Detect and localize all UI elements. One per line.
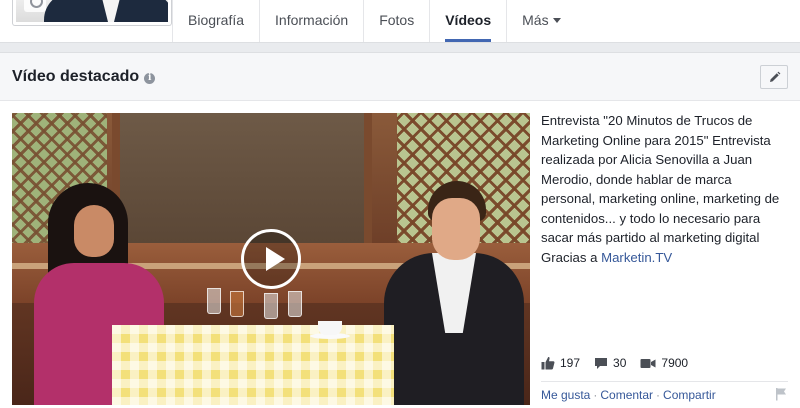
video-actions: Me gusta · Comentar · Compartir xyxy=(541,381,788,403)
tab-videos[interactable]: Vídeos xyxy=(429,0,506,42)
profile-nav-bar: Biografía Información Fotos Vídeos Más xyxy=(0,0,800,43)
tab-label: Más xyxy=(522,12,549,28)
thumbs-up-icon xyxy=(541,356,555,370)
camera-icon[interactable] xyxy=(24,0,46,12)
separator: · xyxy=(656,388,661,402)
card-header: Vídeo destacado i xyxy=(0,53,800,101)
tab-fotos[interactable]: Fotos xyxy=(363,0,429,42)
tab-mas[interactable]: Más xyxy=(506,0,575,42)
marketin-tv-link[interactable]: Marketin.TV xyxy=(601,250,672,265)
comment-link[interactable]: Comentar xyxy=(600,388,653,402)
tab-biografia[interactable]: Biografía xyxy=(172,0,259,42)
description-text: Entrevista "20 Minutos de Trucos de Mark… xyxy=(541,113,780,265)
featured-video-card: Vídeo destacado i Entrevista "20 Minutos… xyxy=(0,52,800,408)
video-stats: 197 30 7900 xyxy=(541,354,702,372)
chevron-down-icon xyxy=(552,18,561,23)
pencil-icon xyxy=(770,71,781,82)
share-link[interactable]: Compartir xyxy=(663,388,716,402)
tab-informacion[interactable]: Información xyxy=(259,0,363,42)
separator: · xyxy=(593,388,598,402)
edit-button[interactable] xyxy=(760,65,788,89)
views-count[interactable]: 7900 xyxy=(640,356,688,370)
video-camera-icon xyxy=(640,358,656,368)
play-button[interactable] xyxy=(241,229,301,289)
tab-label: Vídeos xyxy=(445,12,492,28)
profile-photo xyxy=(16,0,168,22)
video-description: Entrevista "20 Minutos de Trucos de Mark… xyxy=(541,111,789,267)
video-player[interactable] xyxy=(12,113,530,405)
views-value: 7900 xyxy=(661,356,689,370)
comment-icon xyxy=(595,357,608,369)
play-icon xyxy=(266,247,285,271)
like-link[interactable]: Me gusta xyxy=(541,388,590,402)
info-icon[interactable]: i xyxy=(144,73,156,84)
flag-icon[interactable] xyxy=(774,387,788,401)
comments-value: 30 xyxy=(613,356,627,370)
tab-label: Fotos xyxy=(379,12,415,28)
likes-count[interactable]: 197 xyxy=(541,356,580,370)
comments-count[interactable]: 30 xyxy=(594,356,626,370)
tab-label: Información xyxy=(275,12,349,28)
card-title: Vídeo destacado i xyxy=(12,68,156,86)
tab-label: Biografía xyxy=(188,12,245,28)
card-title-text: Vídeo destacado xyxy=(12,68,140,85)
likes-value: 197 xyxy=(560,356,581,370)
profile-picture[interactable] xyxy=(12,0,172,26)
profile-tabs: Biografía Información Fotos Vídeos Más xyxy=(172,0,576,42)
